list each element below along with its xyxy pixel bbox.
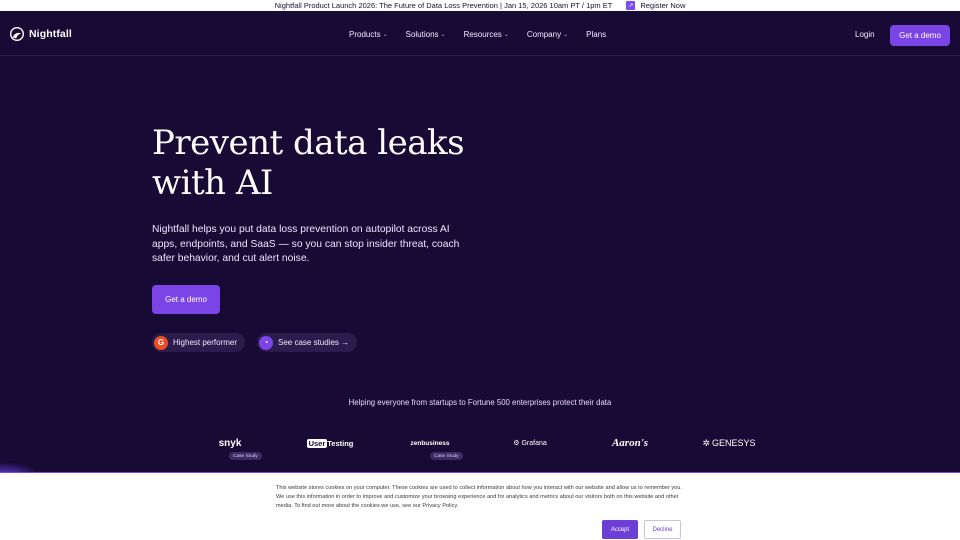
brand-name: Nightfall [29, 28, 72, 40]
highest-performer-badge[interactable]: G Highest performer [152, 333, 246, 352]
case-study-tag[interactable]: Case Study [430, 452, 463, 460]
register-now-link[interactable]: ↗ Register Now [626, 1, 685, 10]
customer-logo-text: GENESYS [712, 438, 756, 448]
user-box: User [306, 438, 328, 448]
get-demo-hero-button[interactable]: Get a demo [152, 285, 220, 314]
badge-label: See case studies → [278, 338, 350, 347]
customer-logo-text: snyk [218, 437, 242, 449]
customer-logo-text: Testing [327, 438, 354, 448]
grafana-icon: ⚙ [513, 440, 520, 447]
cookie-text: This website stores cookies on your comp… [276, 485, 682, 509]
hero-title-line-1: Prevent data leaks [152, 123, 465, 163]
g2-icon: G [154, 335, 168, 350]
hero-description: Nightfall helps you put data loss preven… [152, 224, 460, 264]
nav-item-resources[interactable]: Resources ⌄ [464, 30, 509, 39]
announcement-text: Nightfall Product Launch 2026: The Futur… [274, 1, 613, 10]
case-studies-link[interactable]: ◔ See case studies → [257, 333, 358, 352]
chevron-down-icon: ⌄ [440, 32, 446, 38]
nightfall-logo-icon [10, 27, 24, 41]
badge-label: Highest performer [173, 338, 238, 347]
customer-logo-text: zenbusiness [410, 439, 450, 447]
grafana-logo: ⚙ Grafana [510, 436, 550, 450]
snyk-logo[interactable]: snyk [214, 436, 246, 450]
chevron-down-icon: ⌄ [563, 32, 569, 38]
cookie-banner: This website stores cookies on your comp… [0, 472, 960, 540]
nav-item-label: Resources [463, 30, 502, 39]
chevron-down-icon: ⌄ [503, 32, 509, 38]
chevron-down-icon: ⌄ [382, 32, 388, 38]
aarons-logo: Aaron's [603, 436, 657, 450]
nav-item-label: Products [349, 30, 381, 39]
nav-item-plans[interactable]: Plans [586, 30, 606, 39]
case-study-tag[interactable]: Case Study [229, 452, 262, 460]
nav-item-label: Plans [586, 30, 607, 39]
customers-heading: Helping everyone from startups to Fortun… [348, 398, 612, 407]
nav-item-label: Solutions [405, 30, 439, 39]
announcement-bar: Nightfall Product Launch 2026: The Futur… [0, 0, 960, 11]
genesys-logo: ✲ GENESYS [700, 436, 758, 450]
usertesting-logo: User Testing [306, 436, 354, 450]
nav-item-label: Company [526, 30, 562, 39]
genesys-icon: ✲ [702, 437, 711, 448]
hero-title: Prevent data leaks with AI [152, 123, 512, 203]
brand-logo[interactable]: Nightfall [10, 27, 72, 41]
decline-cookies-button[interactable]: Decline [644, 520, 681, 539]
hero-title-line-2: with AI [152, 163, 273, 203]
nav-menu: Products ⌄ Solutions ⌄ Resources ⌄ Compa… [349, 30, 624, 39]
nav-item-products[interactable]: Products ⌄ [349, 30, 388, 39]
accept-cookies-button[interactable]: Accept [602, 520, 638, 539]
main-nav: Nightfall Products ⌄ Solutions ⌄ Resourc… [0, 11, 960, 56]
nav-item-solutions[interactable]: Solutions ⌄ [406, 30, 446, 39]
nav-item-company[interactable]: Company ⌄ [527, 30, 568, 39]
nightfall-icon: ◔ [259, 335, 273, 350]
customer-logo-text: Grafana [521, 439, 547, 447]
login-link[interactable]: Login [855, 30, 875, 39]
customer-logo-text: Aaron's [611, 437, 649, 449]
get-demo-nav-button[interactable]: Get a demo [890, 25, 950, 46]
register-now-label: Register Now [640, 1, 686, 10]
zenbusiness-logo[interactable]: zenbusiness [405, 436, 455, 450]
arrow-up-right-icon: ↗ [626, 1, 636, 10]
